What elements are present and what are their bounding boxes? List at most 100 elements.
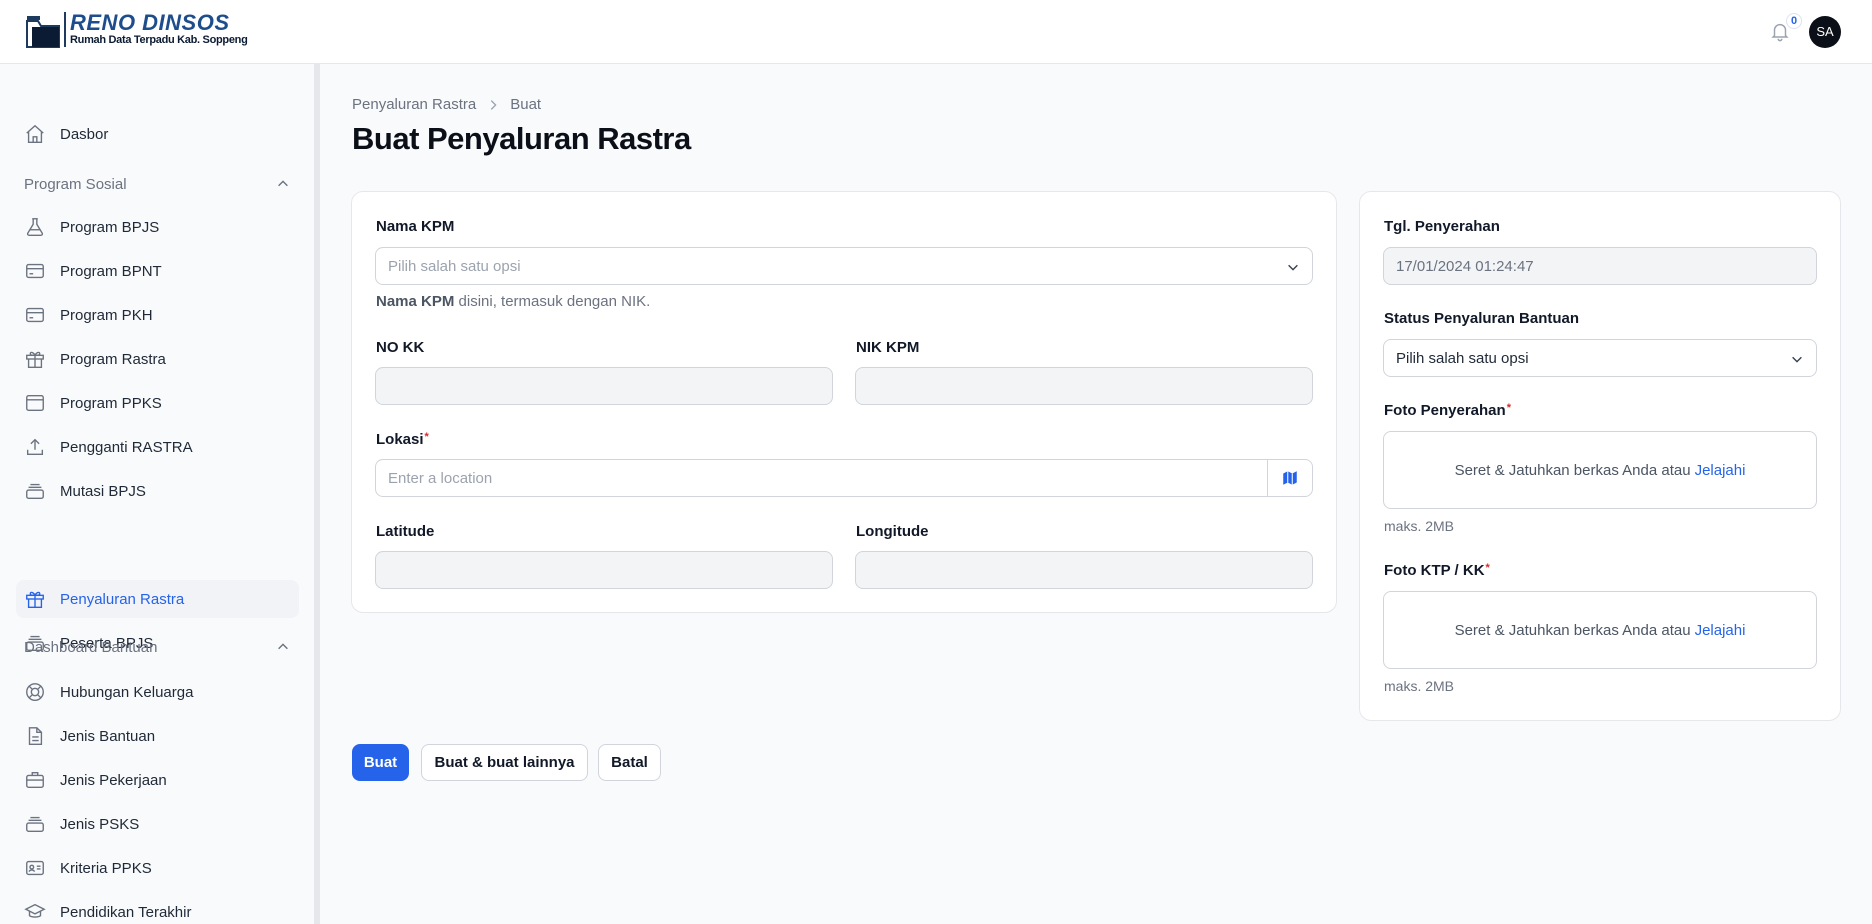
sidebar-item-kriteria-ppks[interactable]: Kriteria PPKS xyxy=(16,849,299,887)
sidebar-item-label: Program BPNT xyxy=(60,262,162,280)
no-kk-field[interactable] xyxy=(375,367,833,405)
tgl-penyerahan-label: Tgl. Penyerahan xyxy=(1384,218,1500,235)
lokasi-field[interactable]: Enter a location xyxy=(375,459,1313,497)
sidebar-item-label: Program BPJS xyxy=(60,218,160,236)
status-penyaluran-label: Status Penyaluran Bantuan xyxy=(1384,310,1580,327)
sidebar-item-label: Program PKH xyxy=(60,306,153,324)
sidebar-item-program-ppks[interactable]: Program PPKS xyxy=(16,384,299,422)
sidebar-item-jenis-pekerjaan[interactable]: Jenis Pekerjaan xyxy=(16,761,299,799)
nama-kpm-label: Nama KPM xyxy=(376,218,455,235)
document-icon xyxy=(28,727,43,745)
map-button[interactable] xyxy=(1267,460,1312,496)
create-button[interactable]: Buat xyxy=(352,744,409,781)
foto-penyerahan-dropzone[interactable]: Seret & Jatuhkan berkas Anda atau Jelaja… xyxy=(1383,431,1817,509)
sidebar-item-jenis-psks[interactable]: Jenis PSKS xyxy=(16,805,299,843)
sidebar-item-program-bpnt[interactable]: Program BPNT xyxy=(16,252,299,290)
sidebar-group-program-sosial[interactable]: Program Sosial xyxy=(24,172,290,196)
breadcrumb-parent[interactable]: Penyaluran Rastra xyxy=(352,96,476,113)
sidebar-item-pendidikan-terakhir[interactable]: Pendidikan Terakhir xyxy=(16,893,299,924)
no-kk-label: NO KK xyxy=(376,339,425,356)
sidebar-item-label: Jenis Bantuan xyxy=(60,727,156,745)
page-title: Buat Penyaluran Rastra xyxy=(352,121,691,156)
flask-icon xyxy=(26,218,44,236)
gift-icon xyxy=(26,351,44,368)
longitude-field[interactable] xyxy=(855,551,1313,589)
breadcrumb-current: Buat xyxy=(510,96,542,113)
chevron-up-icon xyxy=(278,643,288,650)
foto-ktp-kk-label: Foto KTP / KK* xyxy=(1384,562,1490,579)
status-penyaluran-select[interactable]: Pilih salah satu opsi xyxy=(1383,339,1817,377)
sidebar-item-label: Penyaluran Rastra xyxy=(60,590,185,608)
sidebar-item-program-bpjs[interactable]: Program BPJS xyxy=(16,208,299,246)
nik-kpm-field[interactable] xyxy=(855,367,1313,405)
sidebar-item-label: Jenis PSKS xyxy=(60,815,140,833)
gift-icon xyxy=(26,591,44,608)
latitude-field[interactable] xyxy=(375,551,833,589)
sidebar-item-mutasi-bpjs[interactable]: Mutasi BPJS xyxy=(16,472,299,510)
required-asterisk: * xyxy=(1485,562,1490,574)
required-asterisk: * xyxy=(1506,402,1511,414)
window-icon xyxy=(26,394,44,412)
max-size-note: maks. 2MB xyxy=(1384,678,1455,694)
browse-link[interactable]: Jelajahi xyxy=(1695,622,1746,639)
folder-logo-icon xyxy=(26,16,60,48)
foto-ktp-kk-dropzone[interactable]: Seret & Jatuhkan berkas Anda atau Jelaja… xyxy=(1383,591,1817,669)
sidebar-item-dasbor[interactable]: Dasbor xyxy=(16,115,299,153)
credit-card-icon xyxy=(26,307,44,323)
required-asterisk: * xyxy=(424,431,429,443)
lokasi-label-text: Lokasi xyxy=(376,431,424,448)
dropzone-text: Seret & Jatuhkan berkas Anda atau xyxy=(1454,621,1691,639)
sidebar-item-label: Kriteria PPKS xyxy=(60,859,152,877)
nama-kpm-select[interactable]: Pilih salah satu opsi xyxy=(375,247,1313,285)
sidebar-item-label: Jenis Pekerjaan xyxy=(60,771,167,789)
chevron-down-icon xyxy=(1288,264,1298,271)
sidebar-item-label: Dasbor xyxy=(60,125,109,143)
sidebar-scrollbar[interactable] xyxy=(314,64,320,924)
sidebar-item-label: Pengganti RASTRA xyxy=(60,438,193,456)
lokasi-label: Lokasi* xyxy=(376,431,429,448)
sidebar-group-label: Program Sosial xyxy=(24,175,127,193)
avatar[interactable]: SA xyxy=(1809,16,1841,48)
logo-title: RENO DINSOS xyxy=(70,10,230,35)
foto-penyerahan-label-text: Foto Penyerahan xyxy=(1384,402,1506,419)
tgl-penyerahan-value: 17/01/2024 01:24:47 xyxy=(1396,257,1534,275)
sidebar-group-dashboard-bantuan-header[interactable]: Dashboard Bantuan xyxy=(24,635,290,659)
sidebar-item-label: Hubungan Keluarga xyxy=(60,683,194,701)
sidebar-item-pengganti-rastra[interactable]: Pengganti RASTRA xyxy=(16,428,299,466)
graduation-cap-icon xyxy=(24,903,46,918)
credit-card-icon xyxy=(26,263,44,279)
status-penyaluran-value: Pilih salah satu opsi xyxy=(1396,349,1529,367)
sidebar-item-penyaluran-rastra[interactable]: Penyaluran Rastra xyxy=(16,580,299,618)
longitude-label: Longitude xyxy=(856,523,929,540)
notification-badge: 0 xyxy=(1786,13,1802,29)
nama-kpm-hint-text: disini, termasuk dengan NIK. xyxy=(454,293,651,310)
top-bar: RENO DINSOS Rumah Data Terpadu Kab. Sopp… xyxy=(0,0,1872,64)
tgl-penyerahan-field[interactable]: 17/01/2024 01:24:47 xyxy=(1383,247,1817,285)
nik-kpm-label: NIK KPM xyxy=(856,339,920,356)
sidebar-item-jenis-bantuan[interactable]: Jenis Bantuan xyxy=(16,717,299,755)
sidebar-item-label: Program Rastra xyxy=(60,350,166,368)
id-card-icon xyxy=(26,860,44,876)
nama-kpm-hint: Nama KPM disini, termasuk dengan NIK. xyxy=(376,293,650,310)
foto-penyerahan-label: Foto Penyerahan* xyxy=(1384,402,1511,419)
cancel-button[interactable]: Batal xyxy=(598,744,661,781)
breadcrumb: Penyaluran Rastra Buat xyxy=(352,96,541,113)
briefcase-icon xyxy=(26,771,44,789)
lokasi-placeholder: Enter a location xyxy=(388,469,493,487)
nama-kpm-placeholder: Pilih salah satu opsi xyxy=(388,257,521,275)
lifebuoy-icon xyxy=(26,683,44,701)
browse-link[interactable]: Jelajahi xyxy=(1695,462,1746,479)
sidebar-item-program-rastra[interactable]: Program Rastra xyxy=(16,340,299,378)
latitude-label: Latitude xyxy=(376,523,435,540)
app-logo[interactable]: RENO DINSOS Rumah Data Terpadu Kab. Sopp… xyxy=(26,12,248,49)
max-size-note: maks. 2MB xyxy=(1384,518,1455,534)
dropzone-text: Seret & Jatuhkan berkas Anda atau xyxy=(1454,461,1691,479)
sidebar-item-label: Pendidikan Terakhir xyxy=(60,903,192,921)
sidebar-group-label: Dashboard Bantuan xyxy=(24,638,158,656)
stack-icon xyxy=(26,483,44,500)
sidebar-item-program-pkh[interactable]: Program PKH xyxy=(16,296,299,334)
create-another-button[interactable]: Buat & buat lainnya xyxy=(421,744,588,781)
chevron-right-icon xyxy=(491,99,497,110)
sidebar-item-label: Mutasi BPJS xyxy=(60,482,146,500)
sidebar-item-hubungan-keluarga[interactable]: Hubungan Keluarga xyxy=(16,673,299,711)
